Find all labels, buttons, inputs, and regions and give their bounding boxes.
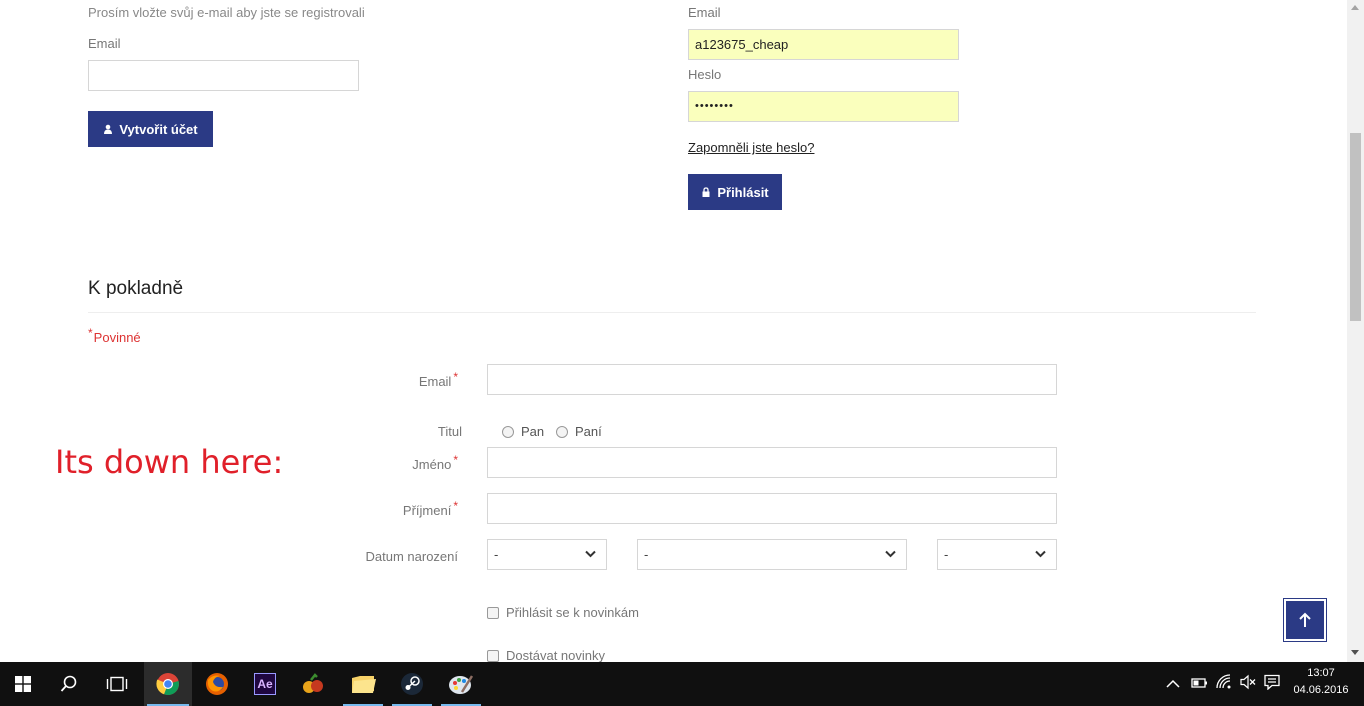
title-option-mrs: Paní xyxy=(575,424,602,439)
checkout-email-label-text: Email xyxy=(418,374,452,389)
show-hidden-icons-button[interactable] xyxy=(1166,676,1180,694)
required-note-text: Povinné xyxy=(93,330,141,345)
chrome-taskbar-button[interactable] xyxy=(144,662,192,706)
firefox-icon xyxy=(206,673,228,695)
login-button-label: Přihlásit xyxy=(717,184,769,200)
title-radio-mrs[interactable] xyxy=(556,426,568,438)
last-name-input[interactable] xyxy=(487,493,1057,524)
browser-page: Prosím vložte svůj e-mail aby jste se re… xyxy=(0,0,1364,662)
required-mark: * xyxy=(453,370,458,384)
checkout-email-label: Email * xyxy=(380,370,458,389)
create-account-button[interactable]: Vytvořit účet xyxy=(88,111,213,147)
title-label: Titul xyxy=(437,424,462,439)
steam-icon xyxy=(401,673,423,695)
chevron-down-icon xyxy=(585,550,596,558)
clock-date[interactable]: 04.06.2016 xyxy=(1290,684,1352,696)
title-radio-mr[interactable] xyxy=(502,426,514,438)
newsletter-label: Přihlásit se k novinkám xyxy=(506,605,639,620)
start-button[interactable] xyxy=(0,662,46,706)
newsletter-checkbox[interactable] xyxy=(487,607,499,619)
firefox-taskbar-button[interactable] xyxy=(194,662,240,706)
scrollbar-thumb[interactable] xyxy=(1350,133,1361,321)
divider xyxy=(88,312,1256,313)
after-effects-icon: Ae xyxy=(254,673,276,695)
login-password-label: Heslo xyxy=(688,67,722,82)
search-icon xyxy=(60,675,77,692)
birth-day-value: - xyxy=(494,547,499,562)
chevron-down-icon xyxy=(885,550,896,558)
task-view-button[interactable] xyxy=(94,662,140,706)
paint-taskbar-button[interactable] xyxy=(438,662,484,706)
lock-icon xyxy=(702,187,710,197)
volume-tray-icon[interactable] xyxy=(1240,674,1256,695)
register-email-label: Email xyxy=(88,36,121,51)
task-view-icon xyxy=(106,676,128,692)
create-account-label: Vytvořit účet xyxy=(119,121,198,137)
back-to-top-button[interactable] xyxy=(1283,598,1327,642)
fruit-app-icon xyxy=(303,673,323,693)
forgot-password-link[interactable]: Zapomněli jste heslo? xyxy=(688,140,814,155)
news-label: Dostávat novinky xyxy=(506,648,605,662)
last-name-label-text: Příjmení xyxy=(402,503,452,518)
battery-tray-icon[interactable] xyxy=(1191,676,1209,694)
login-password-input[interactable]: •••••••• xyxy=(688,91,959,122)
login-email-input[interactable]: a123675_cheap xyxy=(688,29,959,60)
register-intro: Prosím vložte svůj e-mail aby jste se re… xyxy=(88,5,365,20)
windows-icon xyxy=(15,676,31,692)
required-note: *Povinné xyxy=(88,326,141,345)
chevron-down-icon xyxy=(1035,550,1046,558)
after-effects-taskbar-button[interactable]: Ae xyxy=(242,662,288,706)
required-mark: * xyxy=(453,499,458,513)
birth-month-value: - xyxy=(644,547,649,562)
birth-month-select[interactable]: - xyxy=(637,539,907,570)
first-name-label-text: Jméno xyxy=(412,457,452,472)
last-name-label: Příjmení * xyxy=(380,499,458,518)
first-name-label: Jméno * xyxy=(380,453,458,472)
birth-year-select[interactable]: - xyxy=(937,539,1057,570)
user-icon xyxy=(104,124,113,134)
clock-time[interactable]: 13:07 xyxy=(1290,667,1352,679)
notification-icon xyxy=(1264,674,1280,691)
vertical-scrollbar[interactable] xyxy=(1347,0,1364,662)
folder-icon xyxy=(352,676,376,693)
chrome-icon xyxy=(156,673,179,696)
register-email-input[interactable] xyxy=(88,60,359,91)
paint-palette-icon xyxy=(449,675,474,694)
wifi-tray-icon[interactable] xyxy=(1216,674,1234,695)
after-effects-icon-label: Ae xyxy=(257,677,273,691)
birth-year-value: - xyxy=(944,547,949,562)
first-name-input[interactable] xyxy=(487,447,1057,478)
birth-day-select[interactable]: - xyxy=(487,539,607,570)
annotation-text: Its down here: xyxy=(55,443,284,481)
title-option-mr: Pan xyxy=(521,424,545,439)
scroll-up-arrow-icon[interactable] xyxy=(1351,5,1359,10)
arrow-up-icon xyxy=(1299,612,1311,627)
required-mark: * xyxy=(88,326,93,340)
login-email-label: Email xyxy=(688,5,721,20)
birth-date-label: Datum narození xyxy=(365,549,459,564)
checkout-title: K pokladně xyxy=(88,278,184,299)
volume-muted-icon xyxy=(1240,674,1256,690)
battery-icon xyxy=(1191,678,1207,688)
scroll-down-arrow-icon[interactable] xyxy=(1351,650,1359,655)
checkout-email-input[interactable] xyxy=(487,364,1057,395)
news-checkbox[interactable] xyxy=(487,650,499,662)
required-mark: * xyxy=(453,453,458,467)
login-button[interactable]: Přihlásit xyxy=(688,174,782,210)
taskbar: Ae 13:07 04.06.2016 xyxy=(0,662,1364,706)
search-button[interactable] xyxy=(46,662,92,706)
steam-taskbar-button[interactable] xyxy=(389,662,435,706)
file-explorer-taskbar-button[interactable] xyxy=(340,662,386,706)
chevron-up-icon xyxy=(1166,679,1180,688)
action-center-button[interactable] xyxy=(1264,674,1280,695)
wifi-icon xyxy=(1216,674,1231,689)
fruit-app-taskbar-button[interactable] xyxy=(290,662,336,706)
